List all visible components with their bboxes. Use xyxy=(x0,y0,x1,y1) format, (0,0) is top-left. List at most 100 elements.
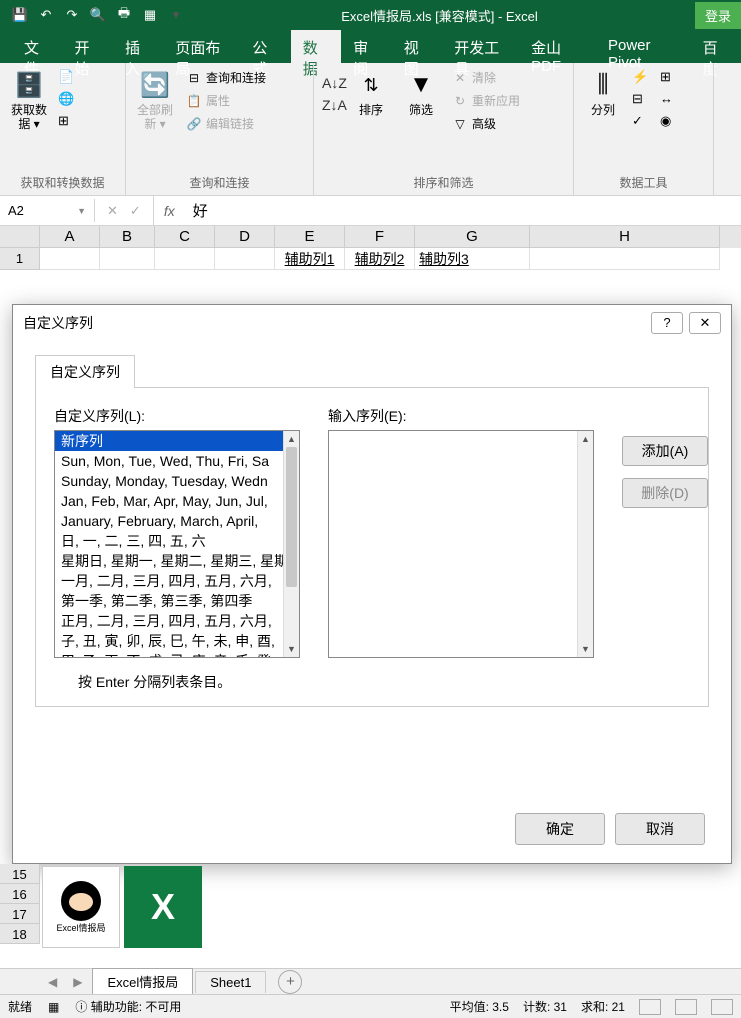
save-icon[interactable]: 💾 xyxy=(12,7,28,23)
cancel-button[interactable]: 取消 xyxy=(615,813,705,845)
tab-view[interactable]: 视图 xyxy=(392,30,442,63)
excel-x-logo-image[interactable]: X xyxy=(124,866,202,948)
formula-input[interactable]: 好 xyxy=(185,196,741,225)
list-item[interactable]: Sunday, Monday, Tuesday, Wedn xyxy=(55,471,299,491)
sort-button[interactable]: ⇅ 排序 xyxy=(348,67,394,119)
from-text-icon[interactable]: 📄 xyxy=(58,69,78,85)
qat-more-icon[interactable]: ▾ xyxy=(168,7,184,23)
dialog-close-button[interactable]: ✕ xyxy=(689,312,721,334)
row-header[interactable]: 16 xyxy=(0,884,40,904)
login-button[interactable]: 登录 xyxy=(695,2,741,29)
fx-icon[interactable]: fx xyxy=(154,203,185,219)
scroll-thumb[interactable] xyxy=(286,447,297,587)
tab-home[interactable]: 开始 xyxy=(62,30,112,63)
col-header[interactable]: G xyxy=(415,226,530,248)
redo-icon[interactable]: ↷ xyxy=(64,7,80,23)
tab-layout[interactable]: 页面布局 xyxy=(163,30,240,63)
scroll-up-icon[interactable]: ▲ xyxy=(284,431,299,447)
view-pagebreak-icon[interactable] xyxy=(711,999,733,1015)
relationships-icon[interactable]: ↔ xyxy=(660,91,680,107)
list-item[interactable]: 星期日, 星期一, 星期二, 星期三, 星期 xyxy=(55,551,299,571)
list-item[interactable]: 日, 一, 二, 三, 四, 五, 六 xyxy=(55,531,299,551)
list-item[interactable]: Jan, Feb, Mar, Apr, May, Jun, Jul, xyxy=(55,491,299,511)
tab-file[interactable]: 文件 xyxy=(12,30,62,63)
get-data-button[interactable]: 🗄️ 获取数 据 ▾ xyxy=(6,67,52,134)
listbox-scrollbar[interactable]: ▲ ▼ xyxy=(283,431,299,657)
col-header[interactable]: C xyxy=(155,226,215,248)
add-button[interactable]: 添加(A) xyxy=(622,436,708,466)
list-item[interactable]: 新序列 xyxy=(55,431,299,451)
cell[interactable] xyxy=(215,248,275,270)
list-entries-textarea[interactable]: ▲ ▼ xyxy=(328,430,594,658)
name-box[interactable]: A2 ▼ xyxy=(0,199,95,222)
edit-links-button[interactable]: 🔗编辑链接 xyxy=(182,113,270,134)
reapply-button[interactable]: ↻重新应用 xyxy=(448,90,524,111)
row-header[interactable]: 18 xyxy=(0,924,40,944)
refresh-all-button[interactable]: 🔄 全部刷新 ▾ xyxy=(132,67,178,134)
list-item[interactable]: 正月, 二月, 三月, 四月, 五月, 六月, xyxy=(55,611,299,631)
col-header[interactable]: B xyxy=(100,226,155,248)
col-header[interactable]: D xyxy=(215,226,275,248)
sheet-tab[interactable]: Excel情报局 xyxy=(92,968,193,996)
from-table-icon[interactable]: ⊞ xyxy=(58,113,78,129)
print-icon[interactable]: 🖶 xyxy=(116,7,132,23)
list-item[interactable]: 一月, 二月, 三月, 四月, 五月, 六月, xyxy=(55,571,299,591)
sort-asc-icon[interactable]: A↓Z xyxy=(322,75,342,91)
tab-review[interactable]: 审阅 xyxy=(341,30,391,63)
data-validation-icon[interactable]: ✓ xyxy=(632,113,652,129)
sheet-nav-prev-icon[interactable]: ◀ xyxy=(40,975,65,989)
tab-dev[interactable]: 开发工具 xyxy=(442,30,519,63)
custom-lists-listbox[interactable]: 新序列Sun, Mon, Tue, Wed, Thu, Fri, SaSunda… xyxy=(54,430,300,658)
sheet-tab[interactable]: Sheet1 xyxy=(195,971,266,993)
textarea-scrollbar[interactable]: ▲ ▼ xyxy=(577,431,593,657)
excel-logo-image[interactable]: Excel情报局 xyxy=(42,866,120,948)
remove-dup-icon[interactable]: ⊟ xyxy=(632,91,652,107)
cell[interactable] xyxy=(100,248,155,270)
tab-insert[interactable]: 插入 xyxy=(113,30,163,63)
cell[interactable] xyxy=(155,248,215,270)
delete-button[interactable]: 删除(D) xyxy=(622,478,708,508)
data-model-icon[interactable]: ◉ xyxy=(660,113,680,129)
add-sheet-button[interactable]: + xyxy=(278,970,302,994)
cell[interactable]: 辅助列3 xyxy=(415,248,530,270)
scroll-down-icon[interactable]: ▼ xyxy=(578,641,593,657)
tab-powerpivot[interactable]: Power Pivot xyxy=(596,30,691,63)
col-header[interactable]: F xyxy=(345,226,415,248)
enter-formula-icon[interactable]: ✓ xyxy=(130,203,141,219)
flash-fill-icon[interactable]: ⚡ xyxy=(632,69,652,85)
select-all-corner[interactable] xyxy=(0,226,40,248)
namebox-dropdown-icon[interactable]: ▼ xyxy=(77,206,86,216)
cell[interactable] xyxy=(40,248,100,270)
tab-baidu[interactable]: 百度 xyxy=(691,30,741,63)
macro-icon[interactable]: ▦ xyxy=(48,1000,59,1014)
text-to-columns-button[interactable]: ⫼ 分列 xyxy=(580,67,626,119)
col-header[interactable]: H xyxy=(530,226,720,248)
properties-button[interactable]: 📋属性 xyxy=(182,90,270,111)
preview-icon[interactable]: 🔍 xyxy=(90,7,106,23)
undo-icon[interactable]: ↶ xyxy=(38,7,54,23)
row-header[interactable]: 15 xyxy=(0,864,40,884)
ok-button[interactable]: 确定 xyxy=(515,813,605,845)
dialog-tab[interactable]: 自定义序列 xyxy=(35,355,135,388)
tab-data[interactable]: 数据 xyxy=(291,30,341,63)
list-item[interactable]: 甲, 乙, 丙, 丁, 戊, 己, 庚, 辛, 壬, 癸 xyxy=(55,651,299,657)
qat-icon[interactable]: ▦ xyxy=(142,7,158,23)
cell[interactable]: 辅助列1 xyxy=(275,248,345,270)
list-item[interactable]: Sun, Mon, Tue, Wed, Thu, Fri, Sa xyxy=(55,451,299,471)
cancel-formula-icon[interactable]: ✕ xyxy=(107,203,118,219)
queries-connections-button[interactable]: ⊟查询和连接 xyxy=(182,67,270,88)
list-item[interactable]: January, February, March, April, xyxy=(55,511,299,531)
tab-formulas[interactable]: 公式 xyxy=(240,30,290,63)
tab-jinshan[interactable]: 金山PDF xyxy=(519,30,596,63)
advanced-filter-button[interactable]: ▽高级 xyxy=(448,113,524,134)
view-normal-icon[interactable] xyxy=(639,999,661,1015)
scroll-down-icon[interactable]: ▼ xyxy=(284,641,299,657)
sort-desc-icon[interactable]: Z↓A xyxy=(322,97,342,113)
consolidate-icon[interactable]: ⊞ xyxy=(660,69,680,85)
dialog-help-button[interactable]: ? xyxy=(651,312,683,334)
view-layout-icon[interactable] xyxy=(675,999,697,1015)
list-item[interactable]: 第一季, 第二季, 第三季, 第四季 xyxy=(55,591,299,611)
row-header[interactable]: 17 xyxy=(0,904,40,924)
list-item[interactable]: 子, 丑, 寅, 卯, 辰, 巳, 午, 未, 申, 酉, xyxy=(55,631,299,651)
col-header[interactable]: E xyxy=(275,226,345,248)
